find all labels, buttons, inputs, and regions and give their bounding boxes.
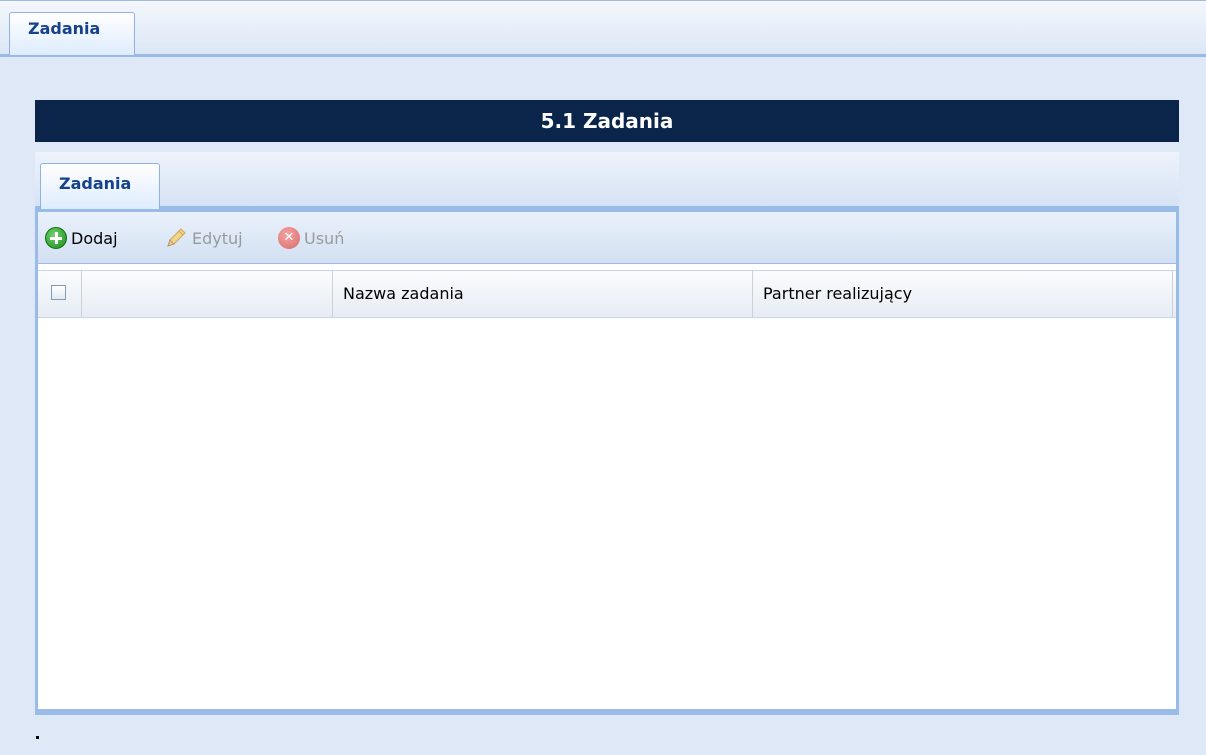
add-circle-icon bbox=[45, 227, 67, 249]
inner-tab-strip bbox=[35, 152, 1179, 208]
delete-button-label: Usuń bbox=[304, 228, 345, 248]
top-tab-strip bbox=[0, 0, 1206, 54]
tasks-panel: Dodaj Edytuj ✕ Usuń Nazwa zadania Partne… bbox=[35, 209, 1179, 715]
tab-label: Zadania bbox=[28, 19, 101, 38]
top-tab-strip-border bbox=[0, 54, 1206, 57]
column-header-label: Partner realizujący bbox=[763, 284, 913, 303]
column-header-label: Nazwa zadania bbox=[343, 284, 464, 303]
column-header-task-name[interactable]: Nazwa zadania bbox=[333, 271, 753, 317]
tab-zadania-inner[interactable]: Zadania bbox=[40, 163, 160, 209]
delete-button[interactable]: ✕ Usuń bbox=[278, 224, 344, 252]
column-header-blank[interactable] bbox=[82, 271, 333, 317]
column-header-partner[interactable]: Partner realizujący bbox=[753, 271, 1173, 317]
tab-label: Zadania bbox=[59, 174, 132, 193]
footer-dot: . bbox=[36, 736, 39, 739]
edit-button-label: Edytuj bbox=[192, 228, 243, 248]
edit-button[interactable]: Edytuj bbox=[164, 224, 243, 252]
grid-header: Nazwa zadania Partner realizujący bbox=[38, 270, 1176, 318]
tab-zadania-top[interactable]: Zadania bbox=[9, 12, 135, 55]
select-all-header bbox=[38, 271, 82, 317]
section-title-text: 5.1 Zadania bbox=[540, 109, 674, 133]
toolbar: Dodaj Edytuj ✕ Usuń bbox=[38, 212, 1176, 264]
delete-circle-icon: ✕ bbox=[278, 227, 300, 249]
grid-body bbox=[38, 318, 1176, 706]
section-title: 5.1 Zadania bbox=[35, 100, 1179, 142]
add-button[interactable]: Dodaj bbox=[45, 224, 118, 252]
pencil-icon bbox=[167, 228, 186, 247]
select-all-checkbox[interactable] bbox=[51, 285, 66, 300]
add-button-label: Dodaj bbox=[71, 228, 118, 248]
panel-bottom-border bbox=[35, 709, 1179, 715]
